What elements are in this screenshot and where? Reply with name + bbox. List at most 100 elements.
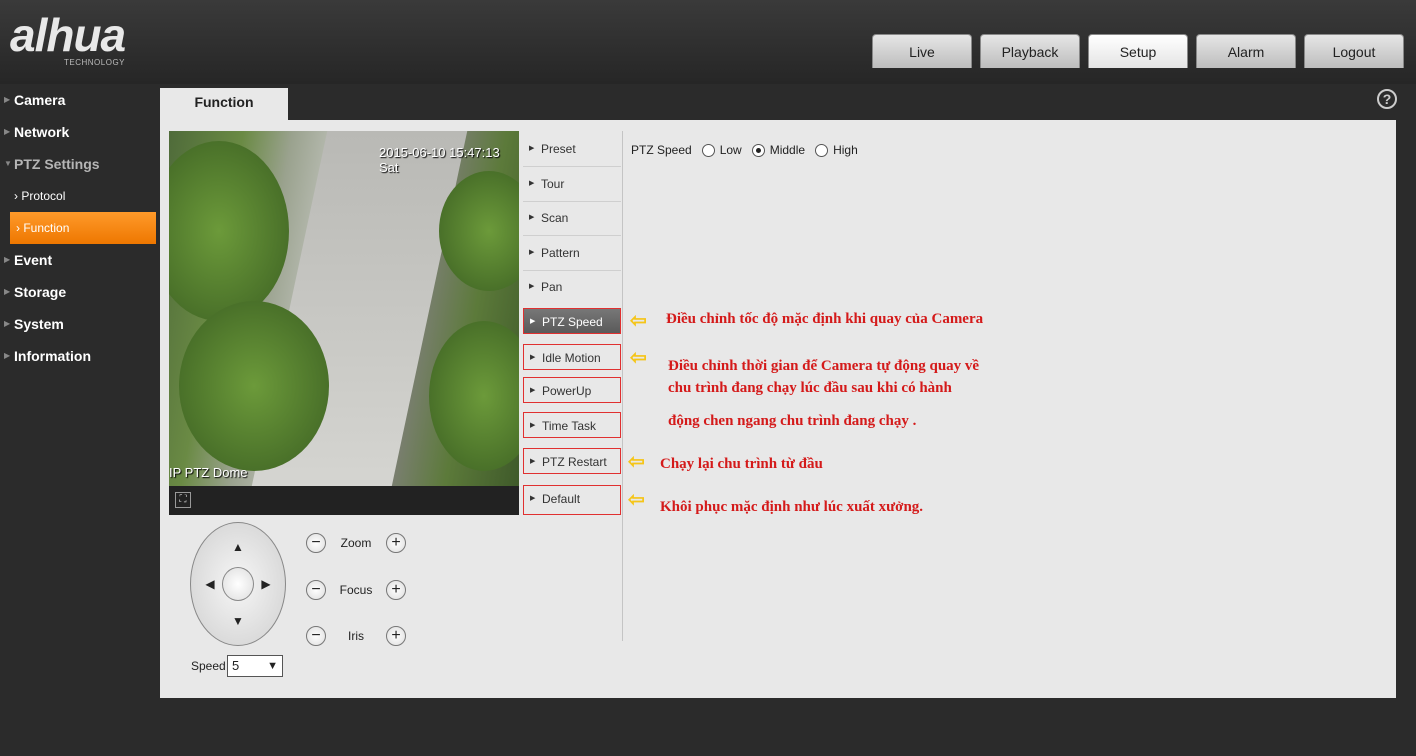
menu-item-ptz-speed[interactable]: ▶ PTZ Speed [523, 308, 621, 334]
menu-divider [523, 270, 621, 271]
sidebar-item-information[interactable]: ▶ Information [0, 340, 160, 372]
menu-item-pan[interactable]: ▶ Pan [523, 274, 621, 300]
help-icon[interactable]: ? [1377, 89, 1397, 109]
header: alhua TECHNOLOGY Live Playback Setup Ala… [0, 0, 1416, 84]
sidebar-subitem-label: Function [23, 221, 70, 235]
radio-middle-label: Middle [769, 143, 806, 157]
live-video[interactable]: 2015-06-10 15:47:13 Sat IP PTZ Dome [169, 131, 519, 486]
triangle-right-icon: ▶ [529, 249, 535, 256]
speed-select[interactable]: 5 ▼ [227, 655, 283, 677]
sidebar-subitem-function[interactable]: › Function [10, 212, 156, 244]
radio-low-label: Low [719, 143, 742, 157]
chevron-right-icon: ▶ [4, 127, 11, 136]
menu-item-scan[interactable]: ▶ Scan [523, 205, 621, 231]
menu-item-tour[interactable]: ▶ Tour [523, 171, 621, 197]
arrow-down-icon[interactable]: ▼ [230, 614, 246, 628]
tab-playback[interactable]: Playback [980, 34, 1080, 68]
sidebar-item-storage[interactable]: ▶ Storage [0, 276, 160, 308]
arrow-left-icon: ⇦ [628, 451, 645, 473]
chevron-right-icon: ▶ [4, 351, 11, 360]
sidebar-item-system[interactable]: ▶ System [0, 308, 160, 340]
triangle-right-icon: ▶ [530, 387, 536, 394]
sidebar-subitem-protocol[interactable]: › Protocol [0, 180, 160, 212]
sidebar-item-camera[interactable]: ▶ Camera [0, 84, 160, 116]
zoom-out-button[interactable]: − [306, 533, 326, 553]
menu-item-default[interactable]: ▶ Default [523, 485, 621, 515]
triangle-right-icon: ▶ [529, 214, 535, 221]
speed-label: Speed [191, 659, 226, 673]
sidebar-item-event[interactable]: ▶ Event [0, 244, 160, 276]
arrow-left-icon: ⇦ [630, 347, 647, 369]
iris-close-button[interactable]: − [306, 626, 326, 646]
focus-label: Focus [339, 583, 373, 597]
iris-label: Iris [348, 629, 364, 643]
menu-divider [523, 235, 621, 236]
menu-item-label: Pattern [541, 246, 580, 260]
chevron-right-icon: ▶ [4, 319, 11, 328]
sidebar: ▶ Camera ▶ Network ▼ PTZ Settings › Protoco… [0, 84, 160, 372]
menu-item-label: PowerUp [542, 384, 592, 398]
sidebar-subitem-label: Protocol [21, 189, 66, 203]
tab-logout[interactable]: Logout [1304, 34, 1404, 68]
fullscreen-icon[interactable]: ⛶ [175, 492, 191, 508]
sidebar-item-ptz-settings[interactable]: ▼ PTZ Settings [0, 148, 160, 180]
annotation-idle-line1: Điều chỉnh thời gian để Camera tự động q… [668, 358, 980, 374]
sidebar-item-label: Camera [14, 92, 66, 108]
chevron-down-icon: ▼ [4, 159, 12, 168]
chevron-right-icon: ▶ [4, 287, 11, 296]
sidebar-item-label: Storage [14, 284, 67, 300]
tab-alarm[interactable]: Alarm [1196, 34, 1296, 68]
zoom-label: Zoom [340, 536, 372, 550]
triangle-right-icon: ▶ [529, 145, 535, 152]
radio-high[interactable] [815, 143, 829, 157]
menu-item-label: PTZ Speed [542, 315, 603, 329]
triangle-right-icon: ▶ [530, 495, 536, 502]
menu-item-label: Default [542, 492, 581, 506]
menu-item-label: PTZ Restart [542, 455, 607, 469]
focus-out-button[interactable]: − [306, 580, 326, 600]
video-scene-tree [169, 141, 289, 321]
brand-tagline: TECHNOLOGY [64, 58, 126, 67]
video-timestamp: 2015-06-10 15:47:13 Sat [379, 145, 500, 175]
radio-high-label: High [833, 143, 858, 157]
arrow-up-icon[interactable]: ▲ [230, 540, 246, 554]
menu-item-label: Preset [541, 142, 576, 156]
menu-item-ptz-restart[interactable]: ▶ PTZ Restart [523, 448, 621, 474]
top-tabs: Live Playback Setup Alarm Logout [864, 34, 1404, 68]
sidebar-item-label: Information [14, 348, 91, 364]
radio-low[interactable] [701, 143, 715, 157]
iris-open-button[interactable]: + [386, 626, 406, 646]
chevron-right-icon: ▶ [4, 255, 11, 264]
menu-item-label: Pan [541, 280, 563, 294]
radio-middle[interactable] [751, 143, 765, 157]
ptz-speed-row: PTZ Speed Low Middle High [631, 143, 858, 157]
arrow-right-icon[interactable]: ▶ [258, 577, 274, 591]
annotation-idle-line3: động chen ngang chu trình đang chạy . [668, 413, 917, 429]
video-scene-tree [179, 301, 329, 471]
focus-in-button[interactable]: + [386, 580, 406, 600]
menu-item-powerup[interactable]: ▶ PowerUp [523, 377, 621, 403]
menu-divider [523, 166, 621, 167]
menu-item-pattern[interactable]: ▶ Pattern [523, 240, 621, 266]
video-camera-name: IP PTZ Dome [169, 465, 248, 480]
menu-item-idle-motion[interactable]: ▶ Idle Motion [523, 344, 621, 370]
sidebar-item-label: System [14, 316, 64, 332]
brand-logo: alhua [10, 9, 126, 61]
menu-item-preset[interactable]: ▶ Preset [523, 136, 621, 162]
tab-setup[interactable]: Setup [1088, 34, 1188, 68]
sidebar-item-network[interactable]: ▶ Network [0, 116, 160, 148]
triangle-right-icon: ▶ [529, 180, 535, 187]
arrow-left-icon: ⇦ [628, 489, 645, 511]
ptz-center-button[interactable] [222, 567, 254, 601]
content-tab-function[interactable]: Function [160, 88, 288, 120]
triangle-right-icon: ▶ [530, 354, 536, 361]
triangle-right-icon: ▶ [530, 318, 536, 325]
triangle-right-icon: ▶ [529, 283, 535, 290]
tab-live[interactable]: Live [872, 34, 972, 68]
sidebar-item-label: Event [14, 252, 53, 268]
menu-item-time-task[interactable]: ▶ Time Task [523, 412, 621, 438]
arrow-left-icon[interactable]: ◀ [202, 577, 218, 591]
zoom-in-button[interactable]: + [386, 533, 406, 553]
annotation-speed: Điều chỉnh tốc độ mặc định khi quay của … [666, 311, 984, 327]
ptz-speed-label: PTZ Speed [631, 143, 692, 157]
